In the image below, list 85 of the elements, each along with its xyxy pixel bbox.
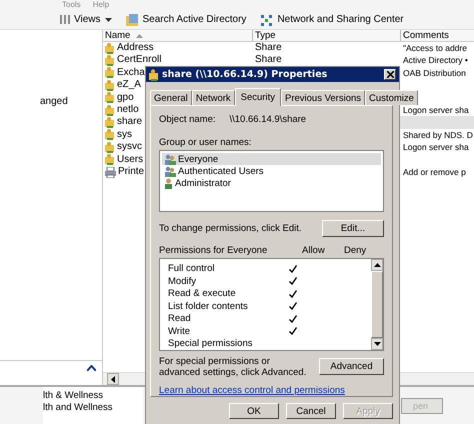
share-name: CertEnroll [117,54,162,67]
column-header: Allow [302,245,326,256]
share-comment: "Access to addre [403,42,467,54]
edit-button[interactable]: Edit... [322,220,384,238]
share-name: Excha [117,66,145,80]
section-label: Permissions for Everyone [159,245,268,256]
tab[interactable]: General [150,90,192,105]
permission-name: Modify [168,276,197,287]
shared-folder-icon [105,92,115,104]
shared-folder-icon [105,104,115,116]
arrow-up-icon [374,263,380,268]
users-icon [164,154,176,165]
hint-text: For special permissions or advanced settings, click Advanced. [159,356,308,378]
advanced-button[interactable]: Advanced [319,358,384,376]
arrow-down-icon [374,342,380,346]
close-button[interactable] [384,69,396,80]
tab[interactable]: Customize [365,90,418,105]
scroll-down-button[interactable] [371,338,383,350]
shared-folder-icon [105,142,115,153]
column-header[interactable]: Type [253,30,401,41]
share-comment: Active Directory • [403,54,468,67]
tab[interactable]: Security [234,88,281,106]
permission-name: Full control [168,263,216,274]
column-header: Deny [344,245,368,256]
permission-name: Read [168,313,192,324]
share-comment: Logon server sha [403,104,469,116]
shared-folder-icon [105,154,115,166]
share-comment: Shared by NDS. D [403,128,473,142]
toolbar-button[interactable]: Views [58,14,114,25]
toolbar-button[interactable]: Network and Sharing Center [258,14,406,26]
users-icon [164,166,176,177]
dialog-button[interactable]: Cancel [286,403,336,419]
share-name: Printe [118,166,144,178]
caret-icon [104,18,112,22]
shared-folder-icon [105,67,115,78]
user-item[interactable]: Administrator [162,177,381,190]
window-title: share (\\10.66.14.9) Properties [162,69,328,80]
pane-text: anged [39,96,69,107]
views-icon [60,14,70,25]
share-name: sys [117,128,132,142]
share-comment: Logon server sha [403,141,469,154]
network-icon [260,14,274,26]
scroll-thumb[interactable] [371,271,383,338]
dialog-button[interactable]: OK [229,403,279,419]
share-comment: Add or remove p [403,166,466,178]
user-icon [164,178,173,189]
share-name: sysvc [117,141,142,154]
tab[interactable]: Network [192,90,235,105]
chevron-up-icon [87,365,96,371]
object-name: \\10.66.14.9\share [230,114,306,126]
shared-folder-icon [105,55,115,66]
shared-folder-icon [149,68,159,80]
scroll-left-button[interactable] [107,373,119,385]
toolbar-button[interactable]: Search Active Directory [124,14,248,26]
field-label: Object name: [159,114,216,126]
permission-name: Write [168,326,191,337]
user-item[interactable]: Everyone [162,153,381,166]
help-link[interactable]: Learn about access control and permissions [159,384,384,396]
share-type: Share [255,54,282,67]
column-header[interactable]: Comments [401,30,474,41]
share-name: gpo [117,92,134,104]
scroll-up-button[interactable] [371,259,383,272]
shared-folder-icon [105,117,115,128]
shared-folder-icon [105,129,115,140]
directory-icon [126,14,138,26]
share-name: share [117,116,142,129]
hint-text: To change permissions, click Edit. [159,223,302,234]
user-item[interactable]: Authenticated Users [162,165,381,178]
share-name: eZ_A [117,79,141,92]
column-header[interactable]: Name [103,30,253,41]
share-name: Address [117,42,154,54]
permission-name: Read & execute [168,288,237,300]
share-name: Users [117,154,144,166]
share-name: netlo [117,104,139,116]
details-text: lth & Wellness [43,390,104,402]
permission-name: List folder contents [168,300,249,312]
permission-name: Special permissions [168,338,254,350]
shared-folder-icon [105,80,115,91]
section-label: Group or user names: [159,137,252,148]
tab[interactable]: Previous Versions [280,90,366,105]
details-text: lth and Wellness [43,402,114,414]
shared-folder-icon [105,42,115,54]
arrow-left-icon [111,376,115,382]
share-comment: OAB Distribution [403,66,466,80]
share-type: Share [255,42,282,54]
